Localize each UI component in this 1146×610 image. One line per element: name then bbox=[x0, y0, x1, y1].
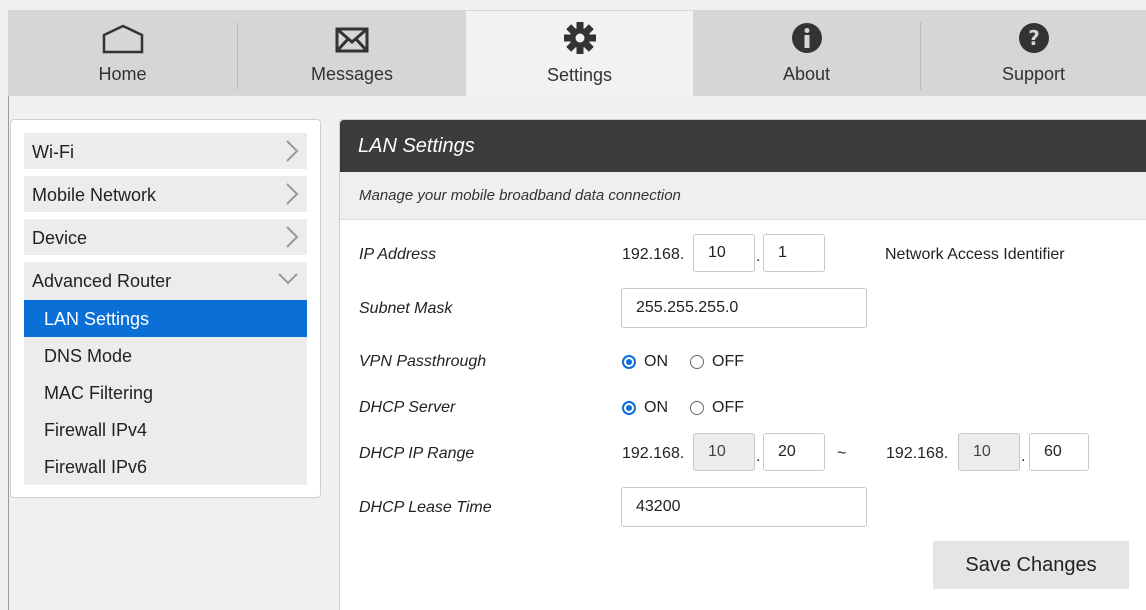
vpn-off-label: OFF bbox=[712, 353, 744, 370]
lan-settings-panel: LAN Settings Manage your mobile broadban… bbox=[339, 119, 1146, 610]
sidebar-item-wifi[interactable]: Wi-Fi bbox=[24, 133, 307, 169]
dhcp-end-octet3-input: 10 bbox=[958, 433, 1020, 471]
sidebar-subitem-mac-filtering[interactable]: MAC Filtering bbox=[24, 374, 307, 411]
dhcp-end-octet4-input[interactable]: 60 bbox=[1029, 433, 1089, 471]
sidebar-subitem-dns-mode[interactable]: DNS Mode bbox=[24, 337, 307, 374]
sidebar-item-label: Advanced Router bbox=[32, 271, 172, 291]
dhcp-on-label: ON bbox=[644, 399, 668, 416]
chevron-right-icon bbox=[285, 182, 299, 211]
vpn-off-radio[interactable] bbox=[690, 355, 704, 369]
dhcp-start-octet4-input[interactable]: 20 bbox=[763, 433, 825, 471]
sidebar-subitem-firewall-ipv4[interactable]: Firewall IPv4 bbox=[24, 411, 307, 448]
save-changes-button[interactable]: Save Changes bbox=[933, 541, 1129, 589]
ip-address-octet4-input[interactable]: 1 bbox=[763, 234, 825, 272]
ip-address-label: IP Address bbox=[359, 246, 437, 263]
tab-messages-label: Messages bbox=[310, 64, 394, 84]
tab-home[interactable]: Home bbox=[8, 10, 237, 96]
dhcp-start-prefix: 192.168. bbox=[622, 445, 685, 462]
tab-settings[interactable]: Settings bbox=[466, 11, 693, 97]
vpn-on-radio[interactable] bbox=[622, 355, 636, 369]
tab-messages[interactable]: Messages bbox=[238, 10, 466, 96]
question-icon: ? bbox=[1018, 10, 1050, 54]
dhcp-lease-time-label: DHCP Lease Time bbox=[359, 499, 492, 516]
ip-address-octet3-input[interactable]: 10 bbox=[693, 234, 755, 272]
tab-settings-label: Settings bbox=[546, 65, 613, 85]
dhcp-off-label: OFF bbox=[712, 399, 744, 416]
ip-address-prefix: 192.168. bbox=[622, 246, 685, 263]
gear-icon bbox=[563, 11, 597, 55]
sidebar: Wi-Fi Mobile Network Device Advanced Rou… bbox=[10, 119, 321, 498]
sidebar-subitem-firewall-ipv6[interactable]: Firewall IPv6 bbox=[24, 448, 307, 485]
vpn-passthrough-label: VPN Passthrough bbox=[359, 353, 487, 370]
subnet-mask-input[interactable]: 255.255.255.0 bbox=[621, 288, 867, 328]
svg-text:?: ? bbox=[1028, 26, 1040, 50]
dhcp-start-octet3-input: 10 bbox=[693, 433, 755, 471]
dhcp-start-dot: . bbox=[756, 448, 761, 465]
panel-subtitle: Manage your mobile broadband data connec… bbox=[359, 187, 681, 204]
envelope-icon bbox=[335, 10, 369, 54]
tab-home-label: Home bbox=[98, 64, 147, 84]
sidebar-subitem-lan-settings[interactable]: LAN Settings bbox=[24, 300, 307, 337]
dhcp-ip-range-label: DHCP IP Range bbox=[359, 445, 475, 462]
dhcp-end-prefix: 192.168. bbox=[886, 445, 949, 462]
dhcp-lease-time-input[interactable]: 43200 bbox=[621, 487, 867, 527]
chevron-down-icon bbox=[277, 272, 299, 291]
ip-dot: . bbox=[756, 248, 761, 265]
top-nav: Home Messages Settings About ? Support bbox=[8, 10, 1146, 97]
vpn-on-label: ON bbox=[644, 353, 668, 370]
range-separator: ~ bbox=[837, 445, 847, 462]
chevron-right-icon bbox=[285, 139, 299, 168]
sidebar-subitem-label: MAC Filtering bbox=[44, 383, 154, 403]
sidebar-subitem-label: LAN Settings bbox=[44, 309, 150, 329]
sidebar-item-label: Device bbox=[32, 228, 88, 248]
tab-about-label: About bbox=[782, 64, 831, 84]
sidebar-item-device[interactable]: Device bbox=[24, 219, 307, 255]
network-access-identifier-label: Network Access Identifier bbox=[885, 246, 1065, 263]
dhcp-server-label: DHCP Server bbox=[359, 399, 456, 416]
sidebar-item-mobile-network[interactable]: Mobile Network bbox=[24, 176, 307, 212]
sidebar-subitem-label: DNS Mode bbox=[44, 346, 133, 366]
home-icon bbox=[101, 10, 145, 54]
sidebar-subitem-label: Firewall IPv4 bbox=[44, 420, 148, 440]
dhcp-on-radio[interactable] bbox=[622, 401, 636, 415]
panel-header: LAN Settings bbox=[340, 120, 1146, 172]
dhcp-off-radio[interactable] bbox=[690, 401, 704, 415]
sidebar-item-advanced-router[interactable]: Advanced Router bbox=[24, 262, 307, 300]
tab-support-label: Support bbox=[1001, 64, 1066, 84]
subnet-mask-label: Subnet Mask bbox=[359, 300, 453, 317]
sidebar-item-label: Mobile Network bbox=[32, 185, 157, 205]
chevron-right-icon bbox=[285, 225, 299, 254]
tab-about[interactable]: About bbox=[693, 10, 920, 96]
info-icon bbox=[791, 10, 823, 54]
tab-support[interactable]: ? Support bbox=[921, 10, 1146, 96]
panel-title: LAN Settings bbox=[358, 135, 475, 157]
sidebar-item-label: Wi-Fi bbox=[32, 142, 74, 162]
dhcp-end-dot: . bbox=[1021, 448, 1026, 465]
panel-subheader: Manage your mobile broadband data connec… bbox=[340, 172, 1146, 220]
sidebar-subitem-label: Firewall IPv6 bbox=[44, 457, 148, 477]
